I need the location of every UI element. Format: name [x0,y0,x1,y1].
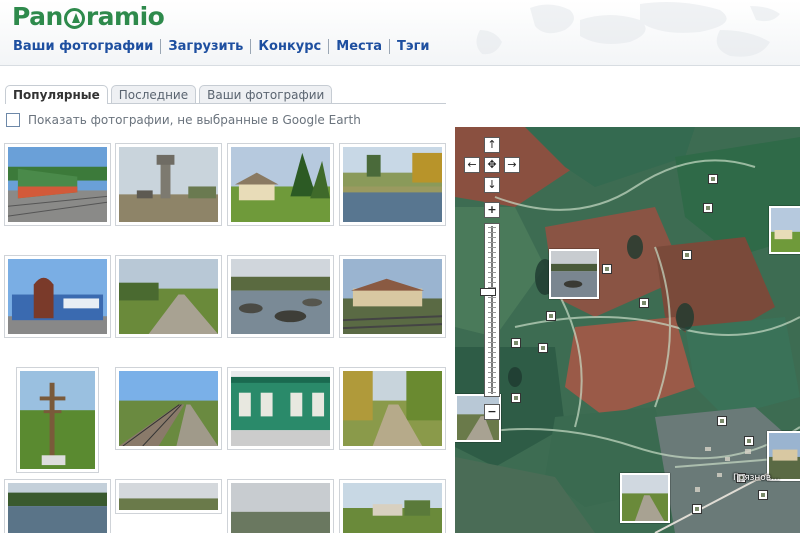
green-building-photo [231,371,330,446]
blue-building-photo [8,259,107,334]
path-preview-photo [622,475,668,521]
photo-thumbnail[interactable] [339,479,446,533]
house-photo [231,147,330,222]
photo-thumbnail[interactable] [339,367,446,450]
zoom-slider-track[interactable] [484,223,500,397]
photo-tabs: Популярные Последние Ваши фотографии [5,85,446,104]
photo-marker[interactable] [682,250,692,260]
header: Pan ramio Ваши фотографии Загрузить Конку… [0,0,800,66]
photo-thumbnail[interactable] [4,479,111,533]
pan-up-button[interactable]: ↑ [484,137,500,153]
photo-marker[interactable] [639,298,649,308]
tab-your-photos[interactable]: Ваши фотографии [199,85,333,103]
pan-right-button[interactable]: → [504,157,520,173]
foggy-field-photo [231,483,330,533]
nav-places[interactable]: Места [328,39,389,54]
tab-popular[interactable]: Популярные [5,85,108,104]
zoom-out-button[interactable]: − [484,404,500,420]
photo-marker[interactable] [602,264,612,274]
railway-tracks-photo [119,371,218,446]
logo-compass-icon [63,8,85,29]
photo-thumbnail[interactable] [227,479,334,533]
nav-upload[interactable]: Загрузить [160,39,250,54]
panoramio-page: Pan ramio Ваши фотографии Загрузить Конку… [0,0,800,533]
photo-thumbnail[interactable] [339,143,446,226]
stream-preview-photo [551,251,597,297]
photo-thumbnail[interactable] [115,143,222,226]
map-photo-preview[interactable] [620,473,670,523]
station-photo [343,259,442,334]
photo-thumbnail[interactable] [4,255,111,338]
map-photo-preview[interactable] [769,206,800,254]
photo-marker[interactable] [692,504,702,514]
village-photo [343,483,442,533]
photo-thumbnail[interactable] [115,479,222,514]
photo-marker[interactable] [744,436,754,446]
world-map-decoration [476,2,780,57]
zoom-in-button[interactable]: + [484,202,500,218]
photo-thumbnail[interactable] [227,255,334,338]
lake-photo [8,483,107,533]
country-road-photo [119,259,218,334]
map-photo-preview[interactable] [549,249,599,299]
nav-contest[interactable]: Конкурс [250,39,328,54]
photo-marker[interactable] [758,490,768,500]
photo-marker[interactable] [708,174,718,184]
satellite-map[interactable]: Грязнов... ↑ ← ✥ → ↓ + − [455,127,800,533]
photo-thumbnail[interactable] [115,255,222,338]
photo-thumbnail[interactable] [339,255,446,338]
photo-marker[interactable] [511,338,521,348]
train-photo [8,147,107,222]
nav-your-photos[interactable]: Ваши фотографии [13,39,160,54]
rocky-stream-photo [231,259,330,334]
photo-marker[interactable] [703,203,713,213]
wooden-cross-photo [20,371,95,469]
zoom-slider-handle[interactable] [480,288,496,296]
place-label: Грязнов... [733,473,780,483]
photo-marker[interactable] [546,311,556,321]
panoramio-logo[interactable]: Pan ramio [12,2,165,31]
photo-thumbnail[interactable] [227,143,334,226]
google-earth-checkbox-label[interactable]: Показать фотографии, не выбранные в Goog… [28,113,361,127]
pan-center-button[interactable]: ✥ [484,157,500,173]
autumn-path-photo [343,371,442,446]
field-panorama-photo [119,483,218,510]
photo-thumbnail[interactable] [4,143,111,226]
photo-marker[interactable] [511,393,521,403]
photo-thumbnail[interactable] [115,367,222,450]
pan-left-button[interactable]: ← [464,157,480,173]
photo-marker[interactable] [538,343,548,353]
main-nav: Ваши фотографии Загрузить Конкурс Места … [13,39,437,54]
tab-latest[interactable]: Последние [110,85,197,103]
pan-down-button[interactable]: ↓ [484,177,500,193]
house-preview-photo [771,208,800,252]
water-tower-photo [119,147,218,222]
photo-thumbnail[interactable] [227,367,334,450]
photo-thumbnail[interactable] [16,367,99,473]
google-earth-checkbox[interactable] [6,113,20,127]
google-earth-filter: Показать фотографии, не выбранные в Goog… [6,113,361,127]
river-photo [343,147,442,222]
nav-tags[interactable]: Тэги [389,39,436,54]
photo-marker[interactable] [717,416,727,426]
